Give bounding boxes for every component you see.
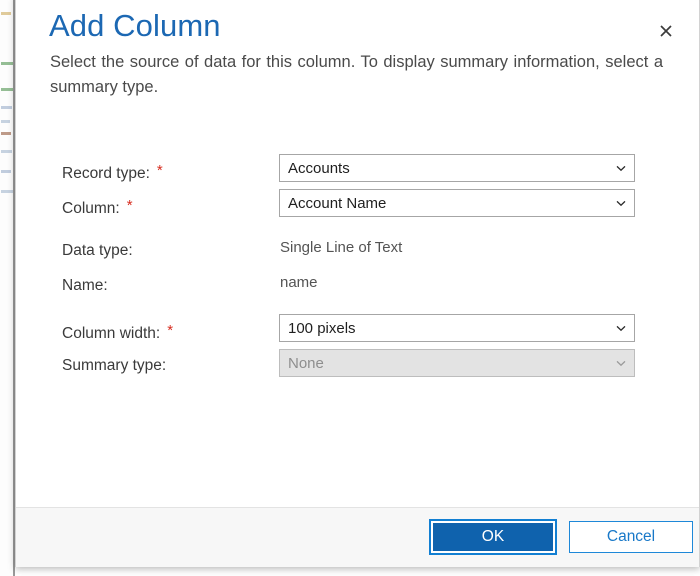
value-data-type: Single Line of Text (280, 239, 403, 256)
control-column: Account Name (279, 189, 635, 217)
label-text: Column: (62, 200, 120, 217)
label-text: Name: (62, 277, 108, 294)
field-row-column: Column: * Account Name (16, 189, 699, 224)
label-summary-type: Summary type: (62, 357, 166, 375)
label-text: Summary type: (62, 357, 167, 374)
dialog-footer: OK Cancel (16, 507, 699, 567)
control-record-type: Accounts (279, 154, 635, 182)
dropdown-column-width[interactable]: 100 pixels (279, 314, 635, 342)
field-row-column-width: Column width: * 100 pixels (16, 314, 699, 349)
value-name: name (280, 274, 318, 291)
field-row-summary-type: Summary type: None (16, 349, 699, 384)
label-column-width: Column width: * (62, 322, 173, 343)
label-data-type: Data type: (62, 242, 133, 260)
add-column-dialog: Add Column Select the source of data for… (15, 0, 700, 567)
control-summary-type: None (279, 349, 635, 377)
control-name: name (279, 269, 635, 297)
dropdown-column[interactable]: Account Name (279, 189, 635, 217)
label-column: Column: * (62, 197, 133, 218)
control-column-width: 100 pixels (279, 314, 635, 342)
dropdown-value: None (288, 354, 324, 372)
background-fragment (1, 62, 13, 65)
chevron-down-icon (616, 325, 626, 332)
chevron-down-icon (616, 360, 626, 367)
dropdown-value: Accounts (288, 159, 350, 177)
background-fragment (1, 170, 11, 173)
background-fragment (1, 12, 11, 15)
background-fragment (1, 150, 12, 153)
background-fragment (1, 132, 11, 135)
background-fragment (1, 120, 10, 123)
background-fragment (1, 88, 13, 91)
label-text: Record type: (62, 165, 150, 182)
required-asterisk: * (126, 197, 133, 214)
required-asterisk: * (156, 162, 163, 179)
close-icon[interactable] (651, 16, 681, 46)
chevron-down-icon (616, 165, 626, 172)
field-row-record-type: Record type: * Accounts (16, 154, 699, 189)
dropdown-value: 100 pixels (288, 319, 356, 337)
cancel-button[interactable]: Cancel (569, 521, 693, 553)
ok-button[interactable]: OK (429, 519, 557, 555)
label-name: Name: (62, 277, 108, 295)
label-text: Data type: (62, 242, 133, 259)
dropdown-summary-type: None (279, 349, 635, 377)
control-data-type: Single Line of Text (279, 234, 635, 262)
background-fragment (1, 106, 12, 109)
add-column-form: Record type: * Accounts Column: * Account … (16, 154, 699, 384)
label-text: Column width: (62, 325, 161, 342)
background-fragment (1, 190, 13, 193)
label-record-type: Record type: * (62, 162, 163, 183)
dialog-body: Add Column Select the source of data for… (16, 0, 699, 507)
dropdown-value: Account Name (288, 194, 387, 212)
field-row-name: Name: name (16, 269, 699, 304)
field-row-data-type: Data type: Single Line of Text (16, 234, 699, 269)
chevron-down-icon (616, 200, 626, 207)
page-title: Add Column (49, 8, 221, 43)
background-content-strip (0, 0, 14, 576)
dropdown-record-type[interactable]: Accounts (279, 154, 635, 182)
dialog-description: Select the source of data for this colum… (50, 53, 663, 96)
required-asterisk: * (167, 322, 174, 339)
